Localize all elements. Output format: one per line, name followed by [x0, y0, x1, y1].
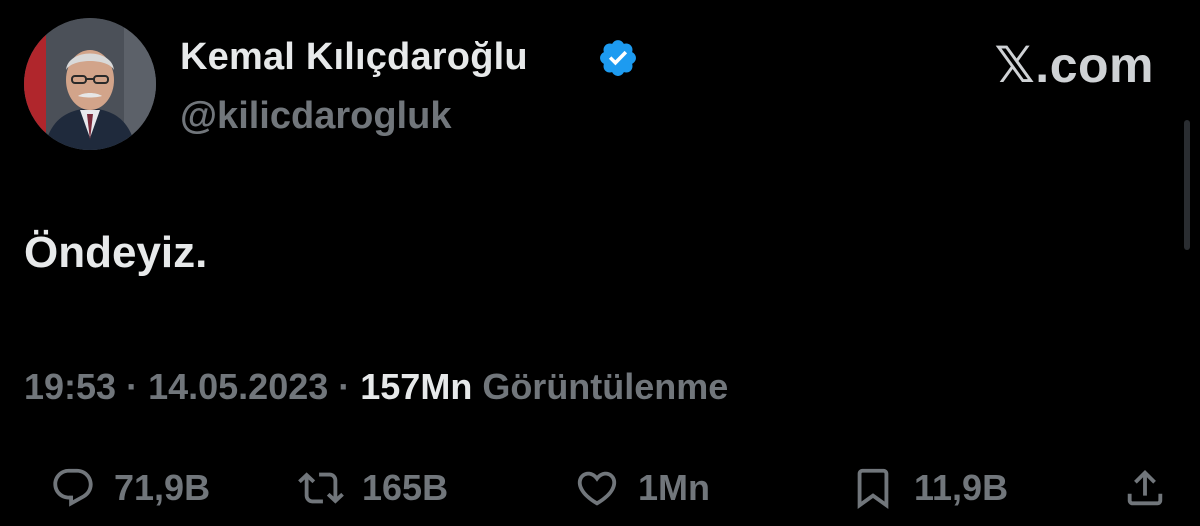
reply-button[interactable]: 71,9B [50, 456, 210, 520]
bookmark-icon [857, 468, 889, 509]
views-count[interactable]: 157Mn [360, 366, 472, 407]
views-label: Görüntülenme [472, 366, 729, 407]
author-handle[interactable]: @kilicdarogluk [180, 95, 451, 138]
tweet-card: Kemal Kılıçdaroğlu @kilicdarogluk 𝕏.com … [0, 0, 1200, 526]
display-name[interactable]: Kemal Kılıçdaroğlu [180, 36, 528, 79]
reply-icon [53, 468, 93, 507]
retweet-button[interactable]: 165B [298, 456, 448, 520]
scrollbar[interactable] [1184, 120, 1190, 250]
meta-separator: · [116, 366, 149, 407]
brand-watermark: 𝕏.com [994, 37, 1154, 93]
like-count: 1Mn [638, 467, 710, 508]
share-icon [1127, 469, 1163, 506]
retweet-icon [298, 472, 344, 504]
heart-icon [577, 471, 617, 506]
reply-count: 71,9B [114, 467, 211, 508]
bookmark-count: 11,9B [914, 467, 1009, 508]
verified-badge-icon [600, 40, 636, 76]
bookmark-button[interactable]: 11,9B [850, 456, 1008, 520]
tweet-meta: 19:53 · 14.05.2023 · 157Mn Görüntülenme [24, 366, 728, 408]
avatar[interactable] [24, 18, 156, 150]
like-button[interactable]: 1Mn [574, 456, 710, 520]
tweet-text: Öndeyiz. [24, 228, 208, 277]
tweet-time[interactable]: 19:53 [24, 366, 116, 407]
retweet-count: 165B [362, 467, 449, 508]
tweet-date[interactable]: 14.05.2023 [148, 366, 328, 407]
avatar-image [24, 18, 156, 150]
share-button[interactable] [1122, 456, 1168, 520]
action-bar: 71,9B 165B 1Mn 11,9B [0, 456, 1200, 520]
meta-separator: · [328, 366, 361, 407]
